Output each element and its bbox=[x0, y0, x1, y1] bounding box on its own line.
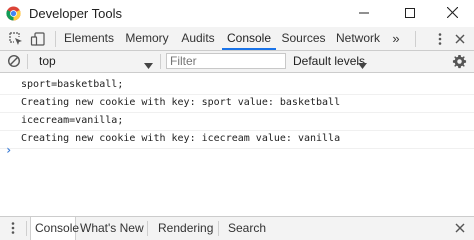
console-prompt[interactable]: › bbox=[5, 143, 12, 157]
more-tabs-button[interactable]: » bbox=[389, 27, 403, 50]
console-message-text: sport=basketball; bbox=[21, 79, 124, 90]
drawer-divider bbox=[218, 221, 219, 236]
tab-network[interactable]: Network bbox=[332, 27, 384, 50]
device-toolbar-icon[interactable] bbox=[30, 31, 46, 47]
close-icon bbox=[446, 6, 458, 21]
minimize-button[interactable] bbox=[342, 0, 386, 27]
log-levels-dropdown[interactable]: Default levels bbox=[293, 53, 373, 70]
filter-divider bbox=[160, 54, 161, 69]
console-output[interactable]: sport=basketball; Creating new cookie wi… bbox=[0, 73, 474, 213]
drawer-tab-rendering[interactable]: Rendering bbox=[158, 217, 213, 240]
console-message-text: icecream=vanilla; bbox=[21, 115, 124, 126]
tab-memory[interactable]: Memory bbox=[121, 27, 173, 50]
console-message-text: Creating new cookie with key: icecream v… bbox=[21, 133, 341, 144]
tab-console[interactable]: Console bbox=[222, 27, 276, 50]
inspect-element-icon[interactable] bbox=[8, 31, 24, 47]
devtools-toolbar: Elements Memory Audits Console Sources N… bbox=[0, 27, 474, 51]
tab-elements[interactable]: Elements bbox=[60, 27, 118, 50]
close-window-button[interactable] bbox=[430, 0, 474, 27]
title-bar: Developer Tools bbox=[0, 0, 474, 27]
console-message: icecream=vanilla; bbox=[0, 111, 474, 131]
minimize-icon bbox=[359, 7, 369, 21]
chrome-icon bbox=[6, 6, 21, 21]
close-icon[interactable] bbox=[452, 220, 468, 236]
drawer-tab-whats-new[interactable]: What's New bbox=[80, 217, 144, 240]
maximize-icon bbox=[405, 7, 415, 21]
drawer-divider bbox=[147, 221, 148, 236]
window-title: Developer Tools bbox=[29, 6, 122, 21]
filter-input[interactable] bbox=[166, 53, 286, 69]
console-message: Creating new cookie with key: sport valu… bbox=[0, 93, 474, 113]
log-levels-label: Default levels bbox=[293, 54, 366, 68]
console-message: Creating new cookie with key: icecream v… bbox=[0, 129, 474, 149]
context-value: top bbox=[39, 54, 56, 68]
context-selector[interactable]: top bbox=[31, 53, 155, 70]
maximize-button[interactable] bbox=[388, 0, 432, 27]
gear-icon[interactable] bbox=[452, 54, 467, 69]
drawer-tab-console[interactable]: Console bbox=[30, 217, 79, 240]
tab-sources[interactable]: Sources bbox=[280, 27, 327, 50]
close-icon[interactable] bbox=[452, 31, 468, 47]
toolbar-divider bbox=[55, 31, 56, 47]
kebab-menu-icon[interactable] bbox=[432, 31, 448, 47]
clear-console-icon[interactable] bbox=[7, 54, 21, 68]
console-message: sport=basketball; bbox=[0, 75, 474, 95]
filter-divider bbox=[27, 54, 28, 69]
kebab-menu-icon[interactable] bbox=[5, 220, 21, 236]
console-filter-bar: top Default levels bbox=[0, 51, 474, 73]
tab-audits[interactable]: Audits bbox=[177, 27, 219, 50]
console-message-text: Creating new cookie with key: sport valu… bbox=[21, 97, 341, 108]
drawer-tab-search[interactable]: Search bbox=[228, 217, 266, 240]
toolbar-divider bbox=[415, 31, 416, 47]
drawer-tabbar: Console What's New Rendering Search bbox=[0, 216, 474, 240]
drawer-divider bbox=[26, 221, 27, 236]
